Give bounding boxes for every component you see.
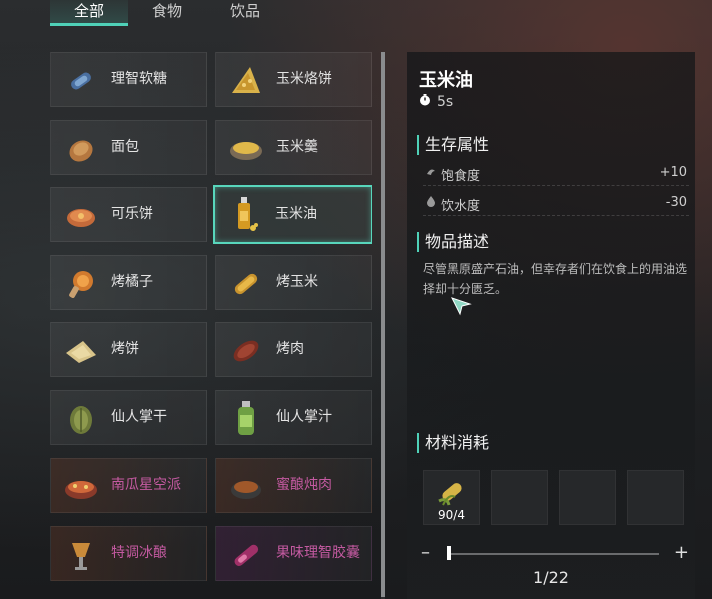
increase-button[interactable]: + (674, 542, 689, 563)
craft-time-value: 5s (437, 94, 454, 110)
recipe-item-roasted-corn[interactable]: 烤玉米 (215, 255, 372, 310)
stat-row-hunger: 饱食度 +10 (423, 160, 689, 186)
tab-food[interactable]: 食物 (128, 0, 206, 26)
category-tabs: 全部 食物 饮品 (50, 0, 284, 30)
tab-drinks[interactable]: 饮品 (206, 0, 284, 26)
slider-knob[interactable] (447, 546, 451, 560)
roasted-corn-icon (226, 264, 266, 304)
recipe-item-bread[interactable]: 面包 (50, 120, 207, 175)
dried-cactus-icon (61, 399, 101, 439)
item-description: 尽管黑原盛产石油，但幸存者们在饮食上的用油选择却十分匮乏。 (423, 262, 688, 296)
material-slot-empty (627, 470, 684, 525)
roasted-meat-icon (226, 331, 266, 371)
recipe-item-roasted-meat[interactable]: 烤肉 (215, 322, 372, 377)
recipe-item-pumpkin-pie[interactable]: 南瓜星空派 (50, 458, 207, 513)
corn-soup-icon (226, 129, 266, 169)
recipe-item-dried-cactus[interactable]: 仙人掌干 (50, 390, 207, 445)
material-slot-empty (559, 470, 616, 525)
water-drop-icon (425, 195, 437, 211)
recipe-item-corn-soup[interactable]: 玉米羹 (215, 120, 372, 175)
recipe-item-flatbread[interactable]: 烤饼 (50, 322, 207, 377)
stat-row-water: 饮水度 -30 (423, 190, 689, 216)
corn-pancake-icon (226, 61, 266, 101)
material-slot-corn[interactable]: 90/4 (423, 470, 480, 525)
fruit-capsule-icon (226, 535, 266, 575)
honey-stew-icon (226, 467, 266, 507)
recipe-item-candy[interactable]: 理智软糖 (50, 52, 207, 107)
croquette-icon (61, 196, 101, 236)
recipe-item-iced-brew[interactable]: 特调冰酿 (50, 526, 207, 581)
hunger-icon (425, 165, 437, 181)
tab-all[interactable]: 全部 (50, 0, 128, 26)
recipe-item-corn-pancake[interactable]: 玉米烙饼 (215, 52, 372, 107)
recipe-item-fruit-capsule[interactable]: 果味理智胶囊 (215, 526, 372, 581)
slider-track[interactable] (447, 553, 659, 555)
survival-attributes-title: 生存属性 (417, 135, 489, 155)
item-detail-panel: 玉米油 5s 生存属性 饱食度 +10 饮水度 -30 物品描述 尽管黑原盛产石… (407, 52, 695, 599)
clock-icon (419, 94, 431, 110)
pumpkin-pie-icon (61, 467, 101, 507)
materials-title: 材料消耗 (417, 433, 489, 453)
recipe-item-croquette[interactable]: 可乐饼 (50, 187, 207, 242)
recipe-item-cactus-juice[interactable]: 仙人掌汁 (215, 390, 372, 445)
bread-icon (61, 129, 101, 169)
flatbread-icon (61, 331, 101, 371)
iced-brew-icon (61, 535, 101, 575)
decrease-button[interactable]: – (421, 542, 430, 563)
craft-quantity-slider: – + (421, 542, 689, 563)
material-slot-empty (491, 470, 548, 525)
recipe-item-roasted-orange[interactable]: 烤橘子 (50, 255, 207, 310)
candy-icon (61, 61, 101, 101)
recipe-grid: 理智软糖 玉米烙饼 面包 玉米羹 可乐饼 玉米油 烤橘子 烤玉米 烤饼 烤肉 仙… (50, 52, 372, 599)
craft-quantity-count: 1/22 (533, 568, 569, 587)
roasted-orange-icon (61, 264, 101, 304)
mouse-cursor-icon (450, 296, 472, 322)
cactus-juice-icon (226, 399, 266, 439)
grid-scrollbar[interactable] (381, 52, 385, 599)
item-title: 玉米油 (419, 70, 473, 91)
craft-time: 5s (419, 94, 453, 110)
scrollbar-thumb[interactable] (381, 52, 385, 597)
recipe-item-honey-stew[interactable]: 蜜酿炖肉 (215, 458, 372, 513)
corn-oil-icon (225, 195, 265, 235)
item-description-title: 物品描述 (417, 232, 489, 252)
recipe-item-corn-oil[interactable]: 玉米油 (213, 185, 372, 244)
